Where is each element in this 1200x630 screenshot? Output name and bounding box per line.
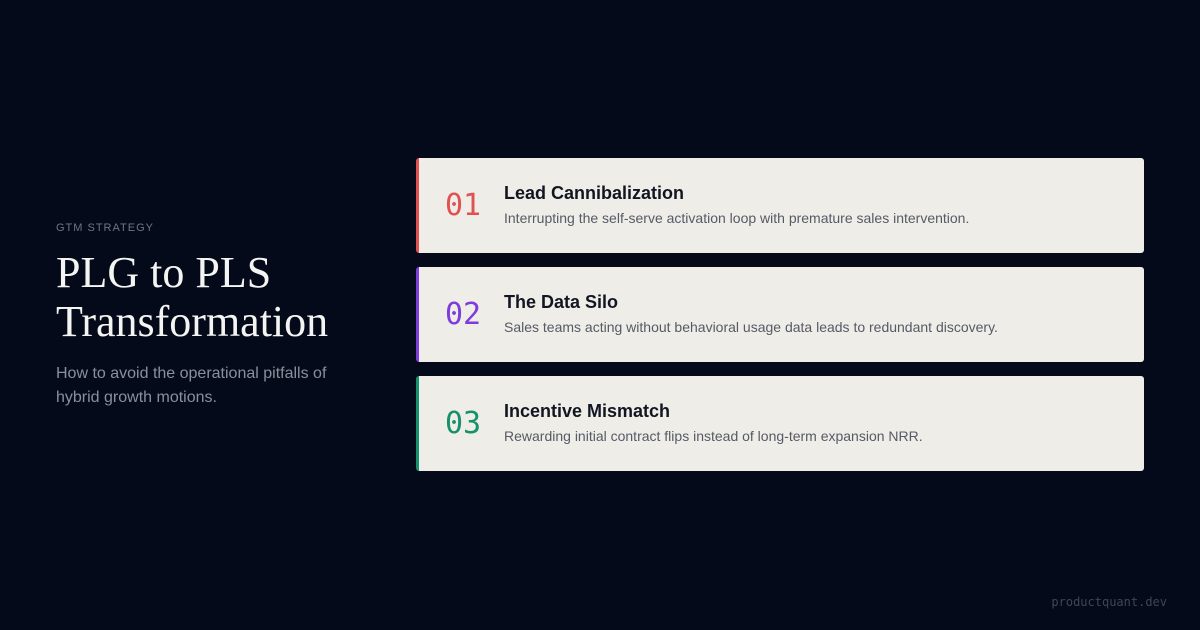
pitfall-description: Sales teams acting without behavioral us… (504, 319, 998, 335)
eyebrow-label: GTM STRATEGY (56, 222, 154, 234)
pitfall-title: Lead Cannibalization (504, 183, 685, 203)
pitfall-card: 01 Lead Cannibalization Interrupting the… (416, 158, 1144, 253)
title-line-2: Transformation (56, 297, 329, 346)
pitfall-number: 01 (445, 188, 482, 223)
pitfall-title: The Data Silo (504, 292, 619, 312)
pitfall-list: 01 Lead Cannibalization Interrupting the… (416, 158, 1144, 485)
pitfall-description: Rewarding initial contract flips instead… (504, 428, 923, 444)
pitfall-title: Incentive Mismatch (504, 401, 671, 421)
pitfall-description: Interrupting the self-serve activation l… (504, 210, 970, 226)
pitfall-number: 03 (445, 406, 482, 441)
page-title: PLG to PLS Transformation (56, 248, 376, 346)
pitfall-card: 03 Incentive Mismatch Rewarding initial … (416, 376, 1144, 471)
hero-panel: GTM STRATEGY PLG to PLS Transformation H… (56, 221, 376, 410)
pitfall-number: 02 (445, 297, 482, 332)
footer-brand: productquant.dev (1051, 595, 1167, 609)
pitfall-card: 02 The Data Silo Sales teams acting with… (416, 267, 1144, 362)
page-subtitle: How to avoid the operational pitfalls of… (56, 365, 327, 406)
title-line-1: PLG to PLS (56, 248, 272, 297)
